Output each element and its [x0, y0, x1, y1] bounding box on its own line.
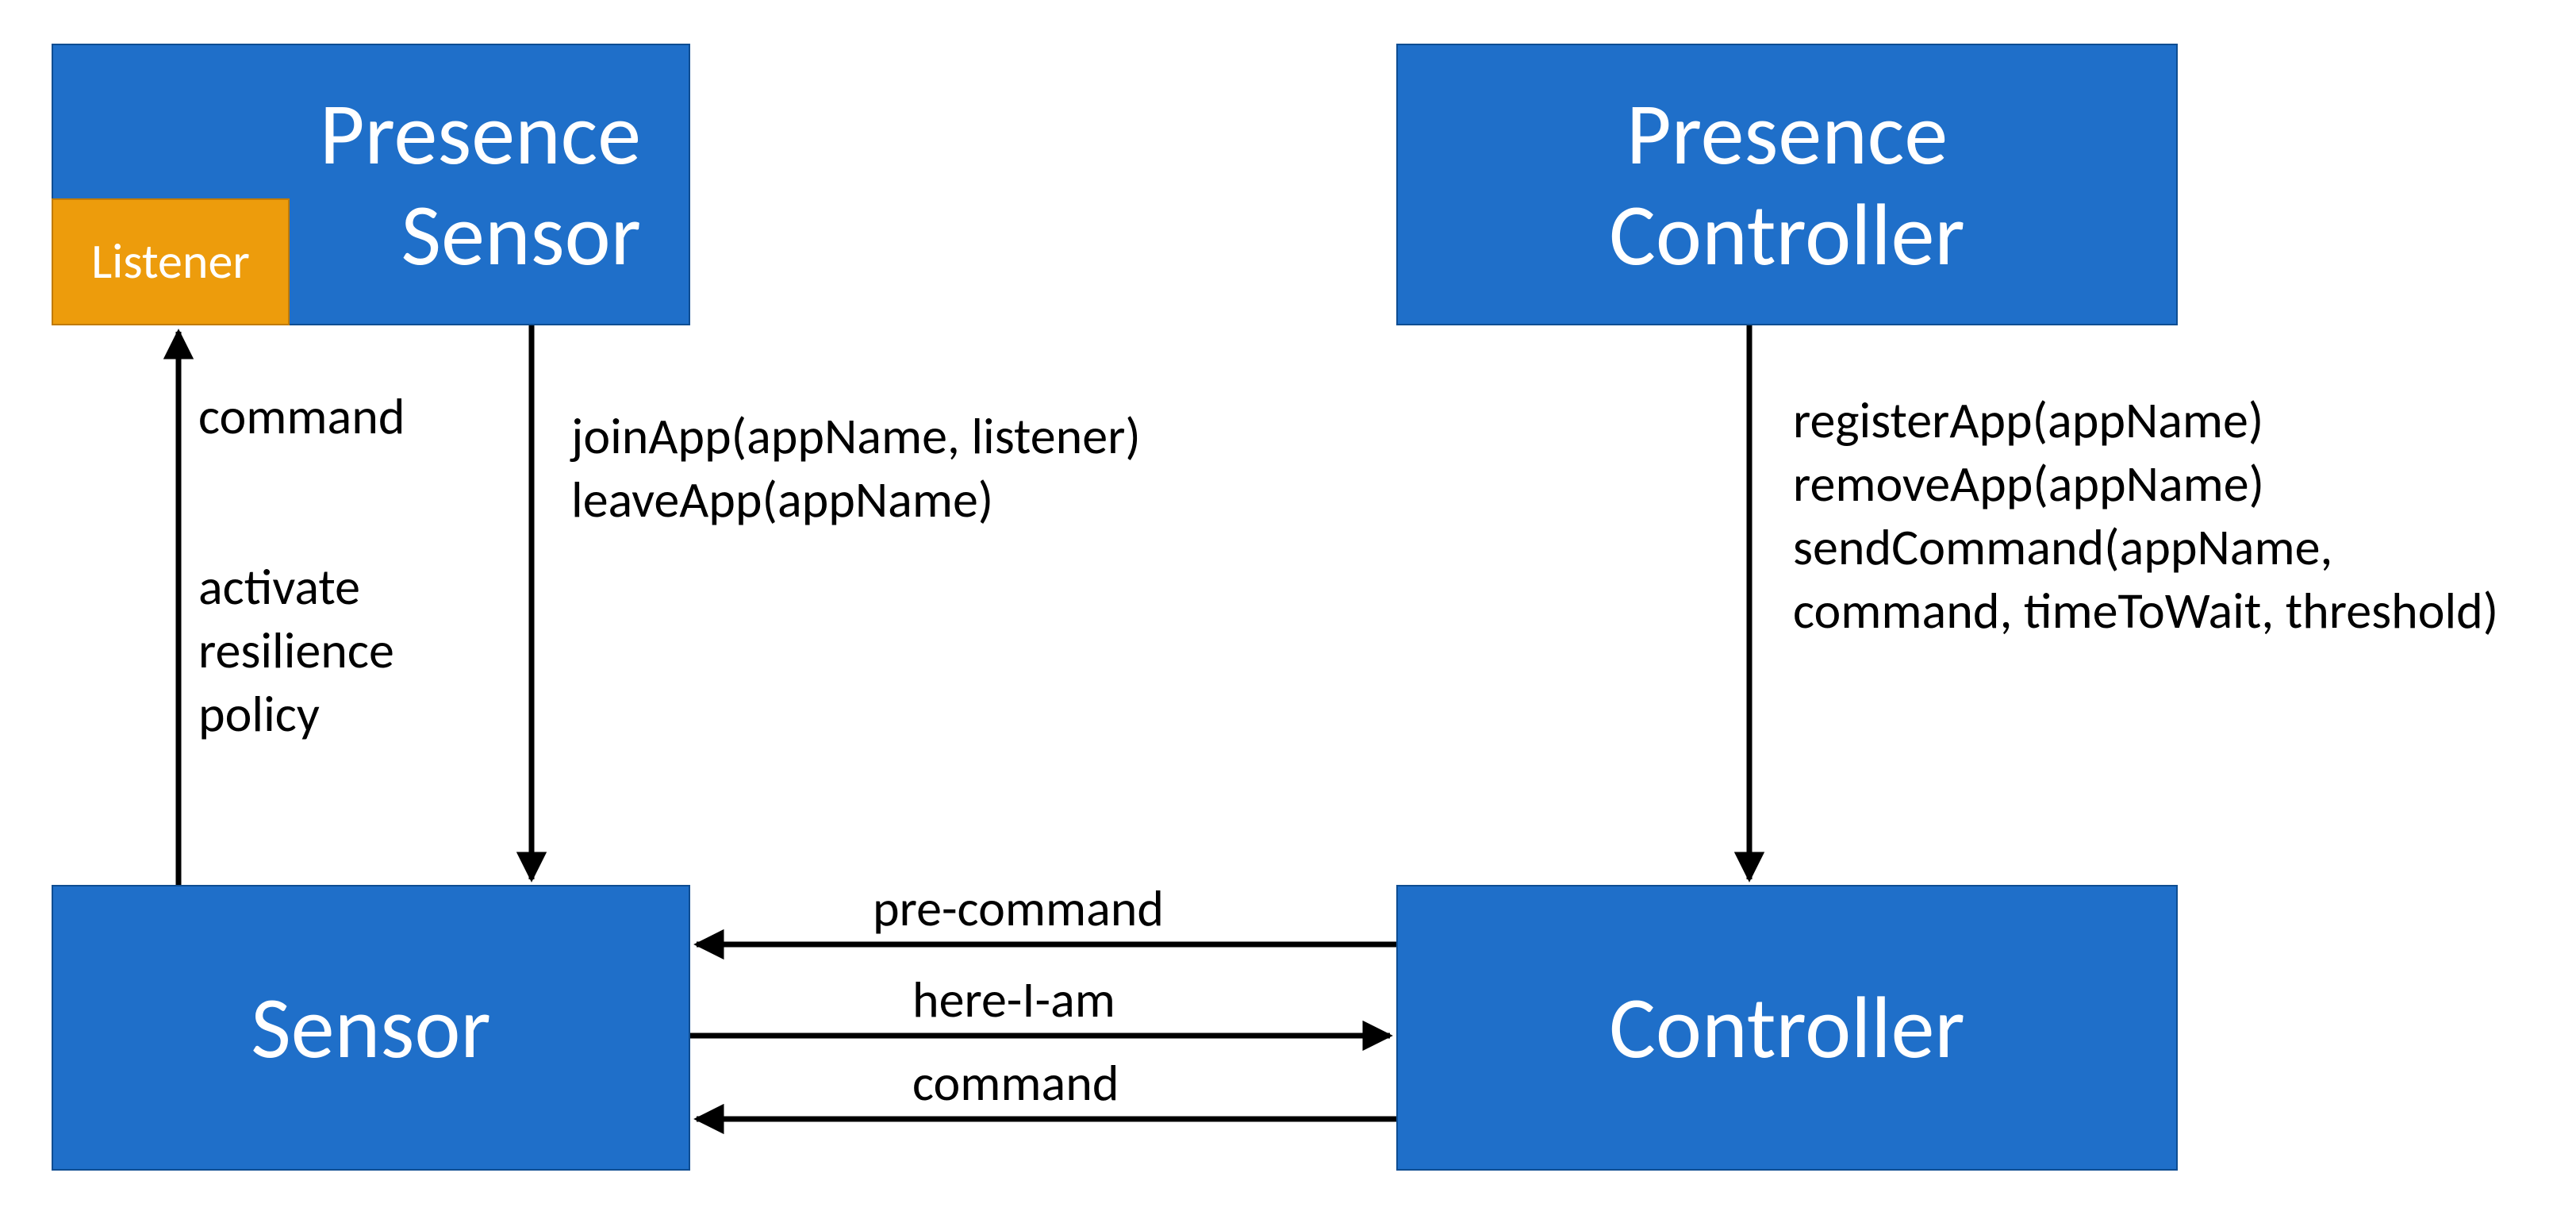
sensor-box: Sensor	[52, 885, 690, 1171]
listener-box: Listener	[52, 198, 290, 325]
presence-controller-box: Presence Controller	[1396, 44, 2178, 325]
label-here-i-am: here-I-am	[912, 968, 1115, 1032]
controller-box: Controller	[1396, 885, 2178, 1171]
listener-label: Listener	[91, 233, 250, 290]
label-controller-calls: registerApp(appName) removeApp(appName) …	[1793, 389, 2498, 643]
label-command-mid: command	[912, 1052, 1119, 1115]
sensor-label: Sensor	[251, 978, 490, 1079]
presence-sensor-label: Presence Sensor	[320, 84, 641, 285]
presence-controller-label: Presence Controller	[1609, 84, 1964, 285]
label-activate-resilience-policy: activate resilience policy	[198, 556, 394, 746]
label-join-leave: joinApp(appName, listener) leaveApp(appN…	[571, 405, 1141, 532]
label-pre-command: pre-command	[873, 877, 1164, 940]
label-command-up: command	[198, 385, 405, 448]
diagram-canvas: Presence Sensor Listener Presence Contro…	[0, 0, 2576, 1219]
controller-label: Controller	[1609, 978, 1964, 1079]
